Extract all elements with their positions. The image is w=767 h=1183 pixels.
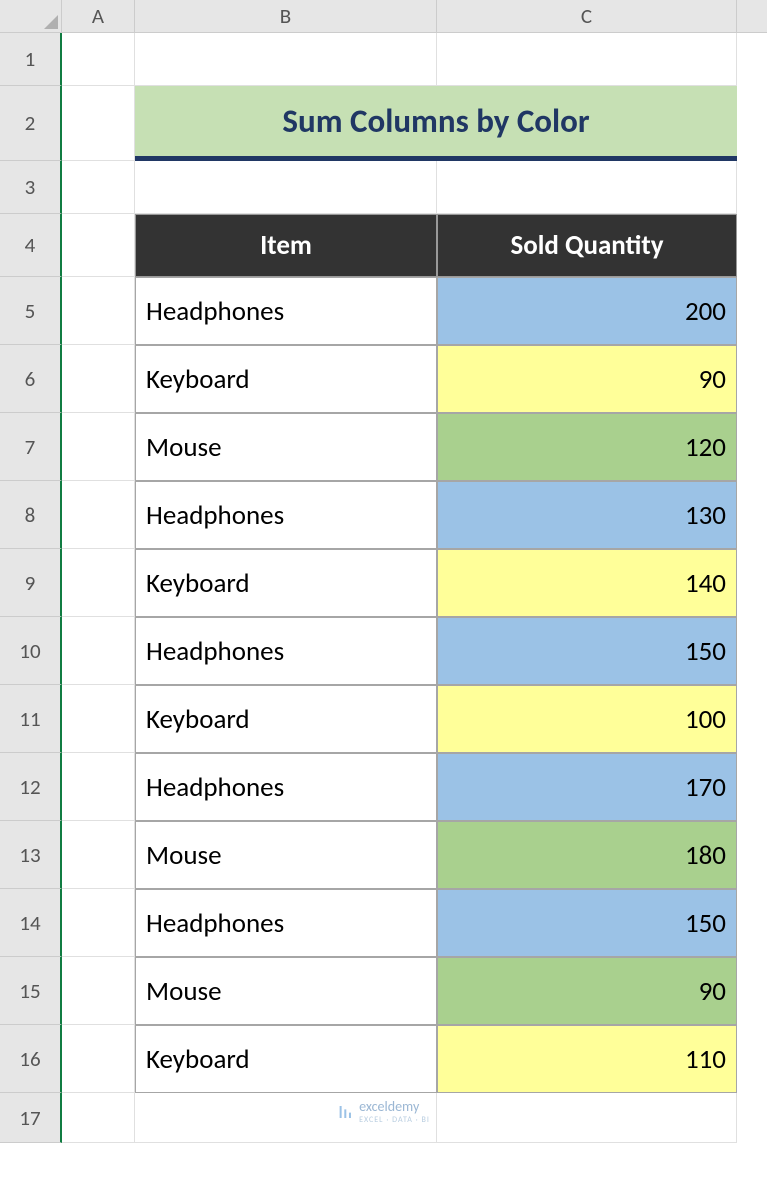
cell-B3[interactable] [135,161,437,214]
row-header-12[interactable]: 12 [0,753,62,821]
cell-B17[interactable] [135,1093,437,1143]
row-7: 7 Mouse 120 [0,413,767,481]
row-8: 8 Headphones 130 [0,481,767,549]
cell-qty[interactable]: 90 [437,957,737,1025]
row-4: 4 Item Sold Quantity [0,214,767,277]
cell-A9[interactable] [62,549,135,617]
cell-A8[interactable] [62,481,135,549]
cell-A3[interactable] [62,161,135,214]
cell-A10[interactable] [62,617,135,685]
row-17: 17 [0,1093,767,1143]
cell-C3[interactable] [437,161,737,214]
cell-C1[interactable] [437,33,737,86]
cell-qty[interactable]: 170 [437,753,737,821]
row-header-3[interactable]: 3 [0,161,62,214]
cell-A16[interactable] [62,1025,135,1093]
row-10: 10 Headphones 150 [0,617,767,685]
column-header-C[interactable]: C [437,0,737,32]
row-header-10[interactable]: 10 [0,617,62,685]
row-header-15[interactable]: 15 [0,957,62,1025]
row-header-13[interactable]: 13 [0,821,62,889]
row-6: 6 Keyboard 90 [0,345,767,413]
row-header-16[interactable]: 16 [0,1025,62,1093]
cell-A13[interactable] [62,821,135,889]
cell-item[interactable]: Mouse [135,821,437,889]
row-2: 2 Sum Columns by Color [0,86,767,161]
cell-A7[interactable] [62,413,135,481]
row-1: 1 [0,33,767,86]
row-12: 12 Headphones 170 [0,753,767,821]
column-header-A[interactable]: A [62,0,135,32]
cell-A15[interactable] [62,957,135,1025]
cell-item[interactable]: Mouse [135,413,437,481]
cell-item[interactable]: Headphones [135,277,437,345]
cell-A11[interactable] [62,685,135,753]
cell-item[interactable]: Keyboard [135,345,437,413]
row-header-4[interactable]: 4 [0,214,62,277]
cell-item[interactable]: Headphones [135,753,437,821]
cell-qty[interactable]: 180 [437,821,737,889]
cell-qty[interactable]: 90 [437,345,737,413]
cell-A2[interactable] [62,86,135,161]
cell-A4[interactable] [62,214,135,277]
cell-item[interactable]: Headphones [135,617,437,685]
row-header-6[interactable]: 6 [0,345,62,413]
column-header-B[interactable]: B [135,0,437,32]
row-header-9[interactable]: 9 [0,549,62,617]
row-header-1[interactable]: 1 [0,33,62,86]
cell-C17[interactable] [437,1093,737,1143]
row-header-14[interactable]: 14 [0,889,62,957]
cell-item[interactable]: Headphones [135,889,437,957]
row-header-5[interactable]: 5 [0,277,62,345]
cell-item[interactable]: Keyboard [135,1025,437,1093]
row-15: 15 Mouse 90 [0,957,767,1025]
select-all-corner[interactable] [0,0,62,33]
cell-qty[interactable]: 100 [437,685,737,753]
header-qty[interactable]: Sold Quantity [437,214,737,277]
header-item[interactable]: Item [135,214,437,277]
cell-qty[interactable]: 110 [437,1025,737,1093]
row-11: 11 Keyboard 100 [0,685,767,753]
row-header-7[interactable]: 7 [0,413,62,481]
cell-qty[interactable]: 150 [437,889,737,957]
cell-item[interactable]: Keyboard [135,685,437,753]
cell-A17[interactable] [62,1093,135,1143]
cell-qty[interactable]: 120 [437,413,737,481]
row-header-2[interactable]: 2 [0,86,62,161]
cell-qty[interactable]: 200 [437,277,737,345]
column-header-row: A B C [0,0,767,33]
cell-A5[interactable] [62,277,135,345]
row-16: 16 Keyboard 110 [0,1025,767,1093]
spreadsheet: A B C 1 2 Sum Columns by Color 3 4 Item … [0,0,767,1143]
cell-item[interactable]: Keyboard [135,549,437,617]
cell-qty[interactable]: 140 [437,549,737,617]
row-13: 13 Mouse 180 [0,821,767,889]
cell-A6[interactable] [62,345,135,413]
cell-B1[interactable] [135,33,437,86]
row-header-17[interactable]: 17 [0,1093,62,1143]
row-9: 9 Keyboard 140 [0,549,767,617]
cell-item[interactable]: Mouse [135,957,437,1025]
row-3: 3 [0,161,767,214]
row-header-8[interactable]: 8 [0,481,62,549]
cell-A14[interactable] [62,889,135,957]
cell-qty[interactable]: 130 [437,481,737,549]
cell-A12[interactable] [62,753,135,821]
cell-A1[interactable] [62,33,135,86]
cell-qty[interactable]: 150 [437,617,737,685]
row-5: 5 Headphones 200 [0,277,767,345]
row-header-11[interactable]: 11 [0,685,62,753]
cell-item[interactable]: Headphones [135,481,437,549]
title-cell[interactable]: Sum Columns by Color [135,86,737,161]
row-14: 14 Headphones 150 [0,889,767,957]
